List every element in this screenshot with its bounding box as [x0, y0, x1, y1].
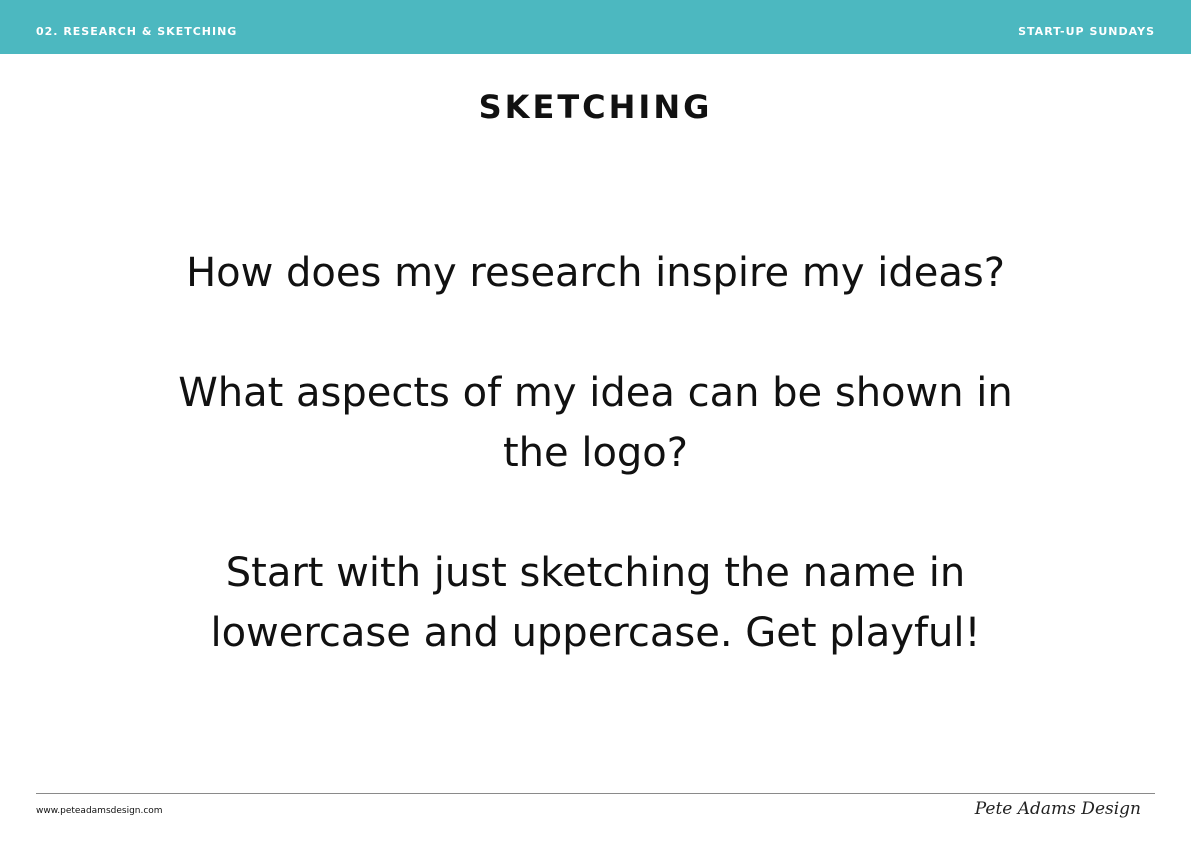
question-1: How does my research inspire my ideas? [186, 250, 1005, 296]
signature-logo: Pete Adams Design [974, 799, 1141, 819]
question-3: Start with just sketching the name in lo… [210, 550, 981, 656]
header-bar: 02. RESEARCH & SKETCHING START-UP SUNDAY… [0, 0, 1191, 54]
footer-divider [36, 793, 1155, 794]
question-2: What aspects of my idea can be shown in … [178, 370, 1013, 476]
slide-page: 02. RESEARCH & SKETCHING START-UP SUNDAY… [0, 0, 1191, 842]
section-label: 02. RESEARCH & SKETCHING [36, 25, 238, 38]
series-label: START-UP SUNDAYS [1018, 25, 1155, 38]
slide-title: SKETCHING [478, 88, 713, 126]
footer-website: www.peteadamsdesign.com [36, 806, 163, 816]
